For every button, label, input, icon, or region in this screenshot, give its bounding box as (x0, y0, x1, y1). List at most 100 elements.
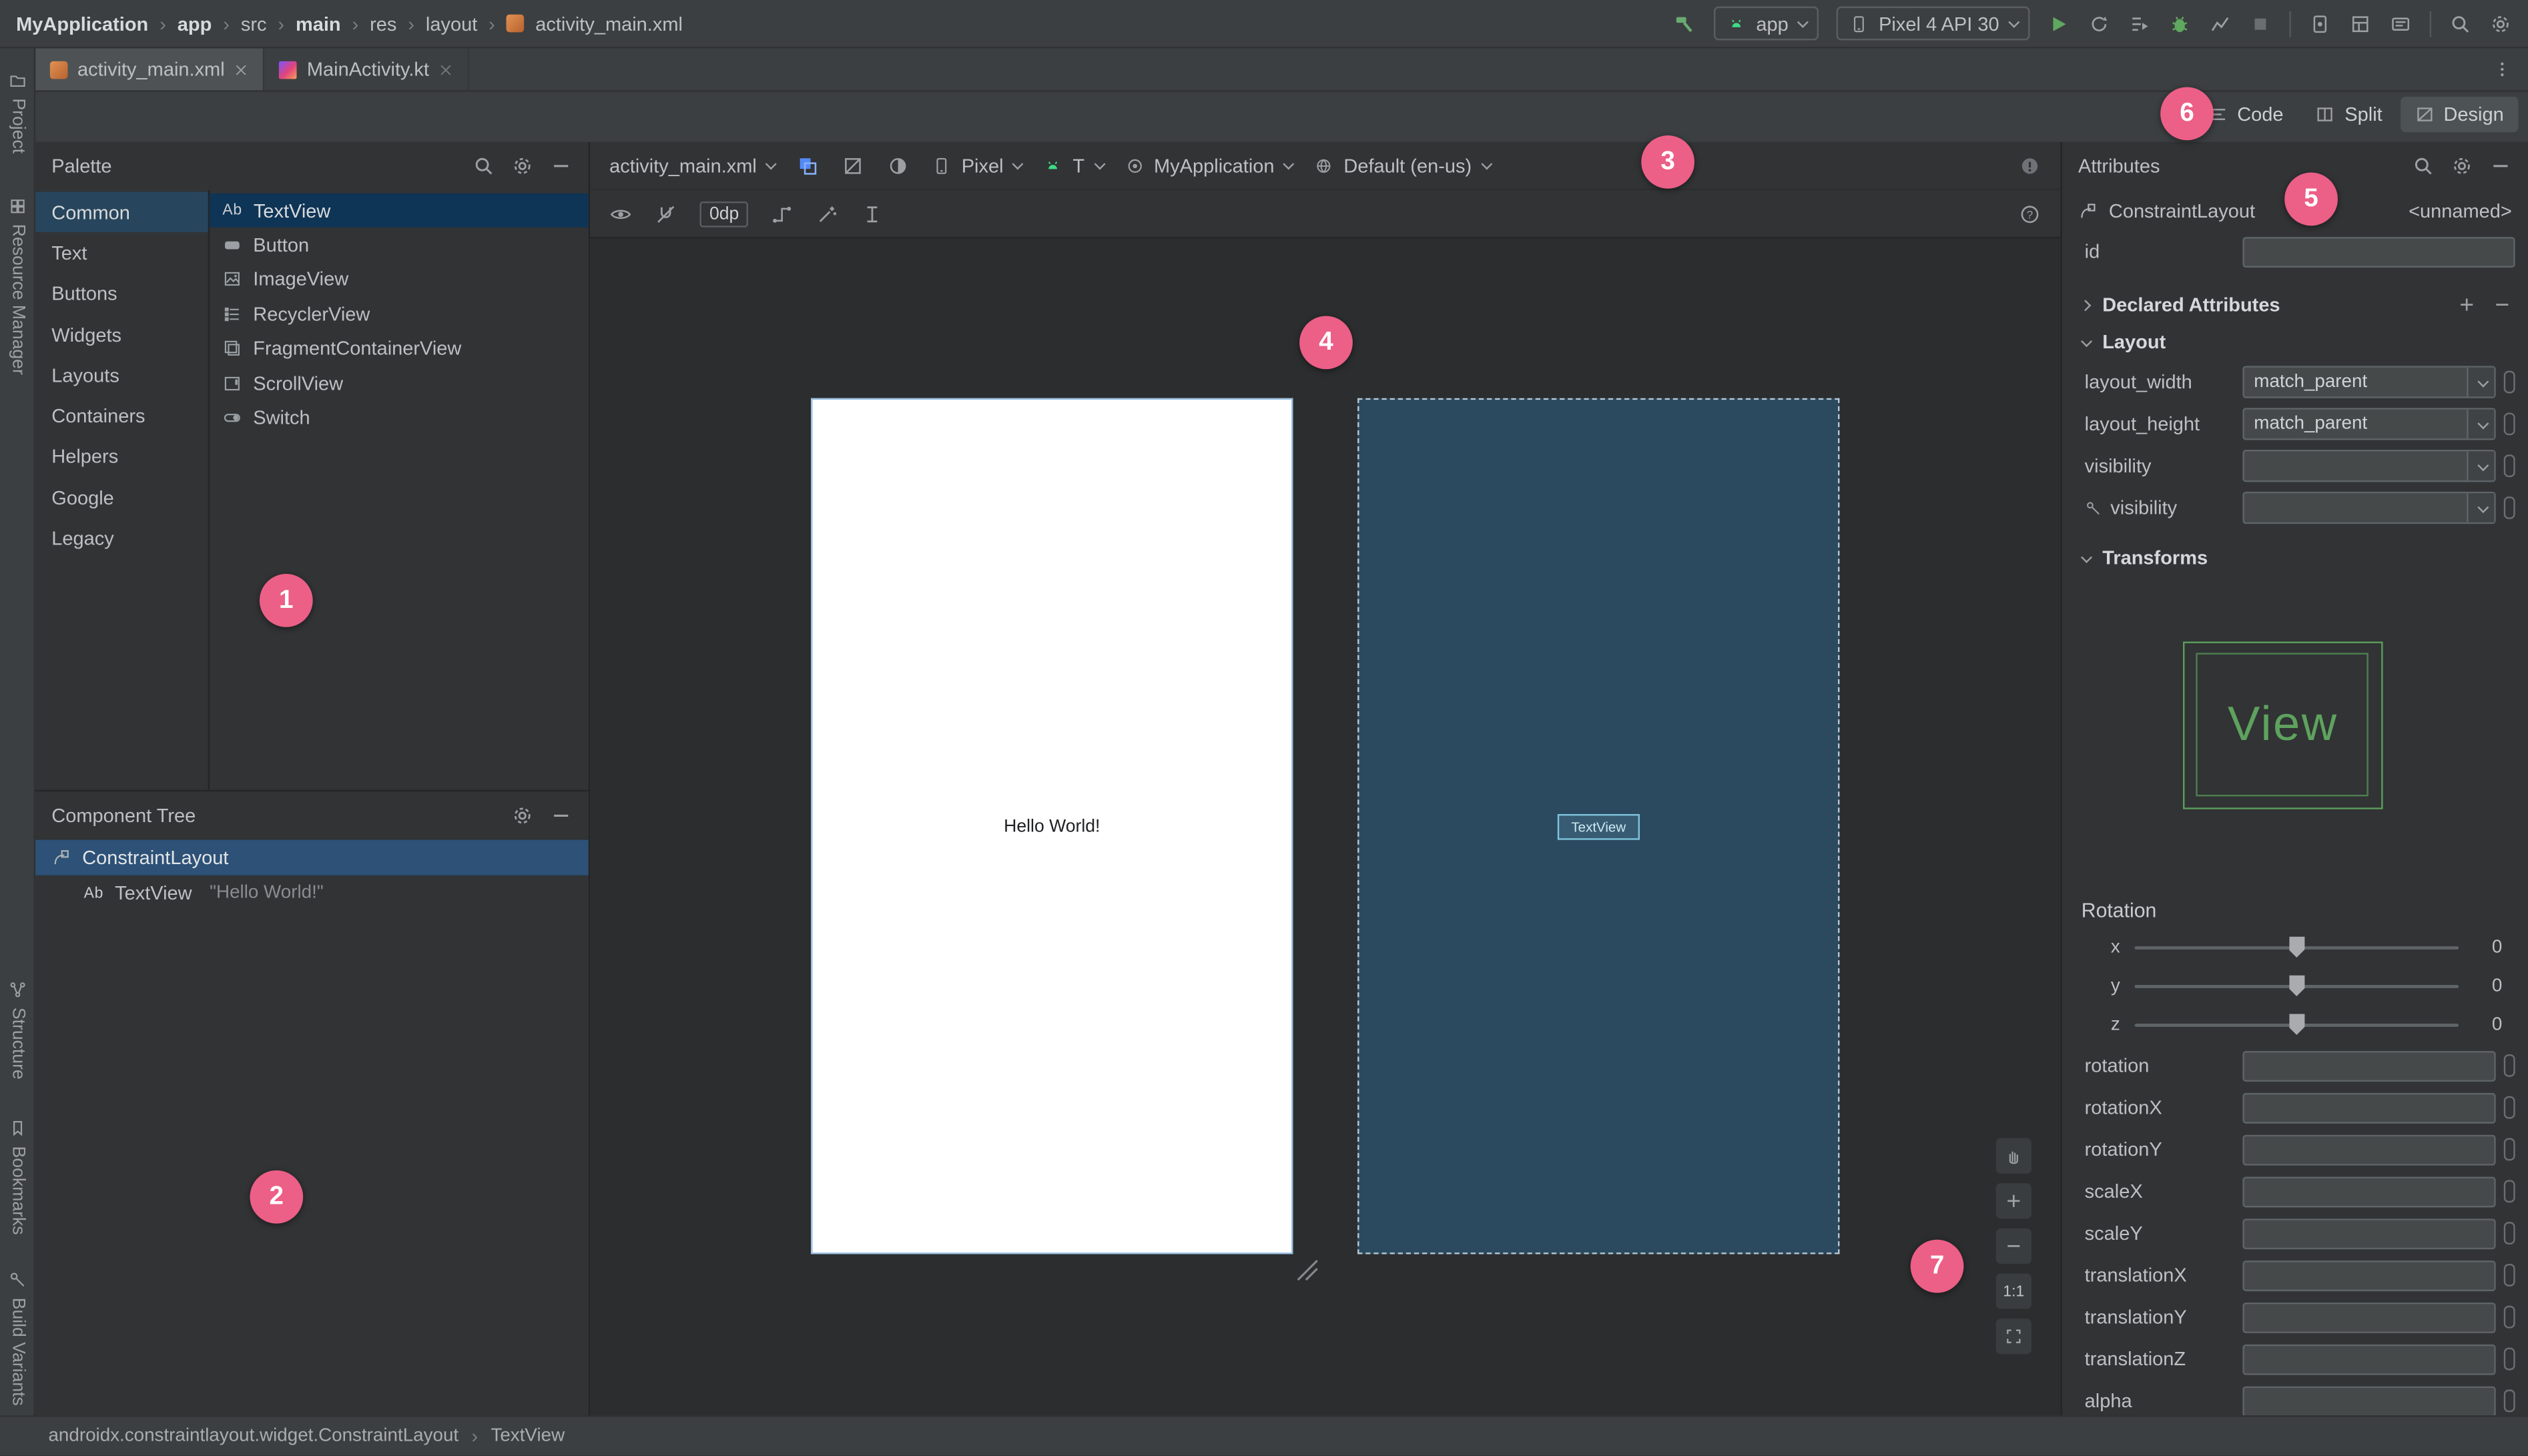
visibility-dropdown[interactable] (2242, 450, 2496, 482)
design-surface-icon[interactable] (797, 154, 820, 177)
palette-item-scrollview[interactable]: ScrollView (210, 366, 589, 400)
resource-flag[interactable] (2503, 1180, 2515, 1203)
resource-flag[interactable] (2503, 1305, 2515, 1329)
infer-constraints-icon[interactable] (816, 203, 839, 226)
blueprint-preview[interactable]: TextView (1357, 398, 1840, 1254)
device-manager-icon[interactable] (2308, 12, 2331, 35)
scalex-input[interactable] (2242, 1176, 2496, 1207)
design-mode-button[interactable]: Design (2400, 96, 2519, 133)
tool-stripe-build-variants[interactable]: Build Variants (0, 1270, 35, 1406)
translationz-input[interactable] (2242, 1343, 2496, 1375)
remove-attribute-icon[interactable] (2493, 295, 2512, 314)
status-node[interactable]: TextView (491, 1427, 565, 1446)
settings-icon[interactable] (2489, 12, 2512, 35)
layout-width-dropdown[interactable]: match_parent (2242, 366, 2496, 398)
layout-height-dropdown[interactable]: match_parent (2242, 408, 2496, 440)
translationy-input[interactable] (2242, 1301, 2496, 1333)
status-path[interactable]: androidx.constraintlayout.widget.Constra… (48, 1427, 458, 1446)
palette-category-helpers[interactable]: Helpers (35, 436, 208, 477)
design-preview[interactable]: Hello World! (811, 398, 1293, 1254)
apply-changes-icon[interactable] (2088, 12, 2110, 35)
palette-item-switch[interactable]: Switch (210, 400, 589, 435)
resource-flag[interactable] (2503, 454, 2515, 478)
slider-thumb[interactable] (2288, 975, 2305, 996)
hello-world-text[interactable]: Hello World! (813, 817, 1291, 836)
resource-flag[interactable] (2503, 1096, 2515, 1119)
palette-category-google[interactable]: Google (35, 477, 208, 518)
attributes-search-icon[interactable] (2412, 155, 2435, 177)
tools-visibility-dropdown[interactable] (2242, 491, 2496, 524)
add-attribute-icon[interactable] (2457, 295, 2477, 314)
profiler-icon[interactable] (2209, 12, 2232, 35)
alpha-input[interactable] (2242, 1385, 2496, 1416)
palette-category-containers[interactable]: Containers (35, 396, 208, 436)
transforms-section-header[interactable]: Transforms (2062, 538, 2528, 577)
breadcrumb-main[interactable]: main (296, 12, 341, 35)
attributes-settings-icon[interactable] (2451, 155, 2473, 177)
view-options-icon[interactable] (609, 203, 632, 226)
theme-selector[interactable]: MyApplication (1125, 154, 1295, 177)
breadcrumb-src[interactable]: src (241, 12, 267, 35)
rotation-z-slider[interactable] (2134, 1014, 2459, 1035)
api-selector[interactable]: T (1044, 154, 1105, 177)
resource-flag[interactable] (2503, 1054, 2515, 1077)
rotationy-input[interactable] (2242, 1134, 2496, 1165)
split-mode-button[interactable]: Split (2301, 97, 2397, 132)
resource-flag[interactable] (2503, 1263, 2515, 1287)
rotationx-input[interactable] (2242, 1092, 2496, 1123)
layout-inspector-icon[interactable] (2349, 12, 2372, 35)
tab-activity-main-xml[interactable]: activity_main.xml (35, 48, 266, 91)
close-tab-icon[interactable] (438, 62, 453, 77)
tool-stripe-structure[interactable]: Structure (0, 980, 35, 1080)
constraint-guideline-icon[interactable] (771, 203, 794, 226)
tab-mainactivity-kt[interactable]: MainActivity.kt (265, 48, 470, 91)
rotation-x-slider[interactable] (2134, 936, 2459, 958)
resource-flag[interactable] (2503, 370, 2515, 394)
palette-hide-icon[interactable] (550, 155, 573, 177)
resource-flag[interactable] (2503, 1389, 2515, 1413)
blueprint-toggle-icon[interactable] (842, 154, 865, 177)
pan-tool-icon[interactable] (1995, 1138, 2031, 1174)
rotation-input[interactable] (2242, 1050, 2496, 1081)
palette-item-recyclerview[interactable]: RecyclerView (210, 297, 589, 332)
palette-category-layouts[interactable]: Layouts (35, 355, 208, 396)
breadcrumb-layout[interactable]: layout (426, 12, 477, 35)
breadcrumb-app[interactable]: app (178, 12, 212, 35)
breadcrumb-res[interactable]: res (370, 12, 396, 35)
palette-category-widgets[interactable]: Widgets (35, 314, 208, 355)
resource-flag[interactable] (2503, 496, 2515, 519)
run-config-dropdown[interactable]: app (1714, 6, 1819, 41)
zoom-out-button[interactable] (1995, 1228, 2031, 1264)
device-dropdown[interactable]: Pixel 4 API 30 (1837, 6, 2030, 41)
logcat-icon[interactable] (2389, 12, 2412, 35)
locale-selector[interactable]: Default (en-us) (1315, 154, 1492, 177)
layout-section-header[interactable]: Layout (2062, 322, 2528, 361)
palette-item-textview[interactable]: Ab TextView (210, 193, 589, 228)
stop-icon[interactable] (2249, 12, 2272, 35)
id-input[interactable] (2242, 236, 2515, 267)
apply-code-changes-icon[interactable] (2128, 12, 2151, 35)
resource-flag[interactable] (2503, 1138, 2515, 1161)
tool-stripe-project[interactable]: Project (0, 71, 35, 153)
translationx-input[interactable] (2242, 1259, 2496, 1291)
palette-item-imageview[interactable]: ImageView (210, 262, 589, 297)
palette-search-icon[interactable] (472, 155, 495, 177)
build-hammer-icon[interactable] (1674, 12, 1696, 35)
tree-row-constraintlayout[interactable]: ConstraintLayout (35, 839, 589, 875)
component-tree-hide-icon[interactable] (550, 804, 573, 827)
run-button[interactable] (2047, 12, 2070, 35)
issues-icon[interactable] (2019, 154, 2041, 177)
close-tab-icon[interactable] (234, 62, 249, 77)
default-margin-selector[interactable]: 0dp (699, 201, 749, 228)
zoom-reset-button[interactable]: 1:1 (1995, 1273, 2031, 1309)
palette-item-button[interactable]: Button (210, 228, 589, 263)
breadcrumb-project[interactable]: MyApplication (16, 12, 148, 35)
slider-thumb[interactable] (2288, 936, 2305, 958)
palette-item-fragmentcontainerview[interactable]: FragmentContainerView (210, 332, 589, 366)
design-surface[interactable]: Hello World! TextView 1:1 (590, 238, 2061, 1416)
palette-category-common[interactable]: Common (35, 192, 208, 233)
declared-attributes-header[interactable]: Declared Attributes (2062, 287, 2528, 322)
resource-flag[interactable] (2503, 1347, 2515, 1371)
file-dropdown[interactable]: activity_main.xml (609, 154, 777, 177)
resource-flag[interactable] (2503, 1222, 2515, 1245)
